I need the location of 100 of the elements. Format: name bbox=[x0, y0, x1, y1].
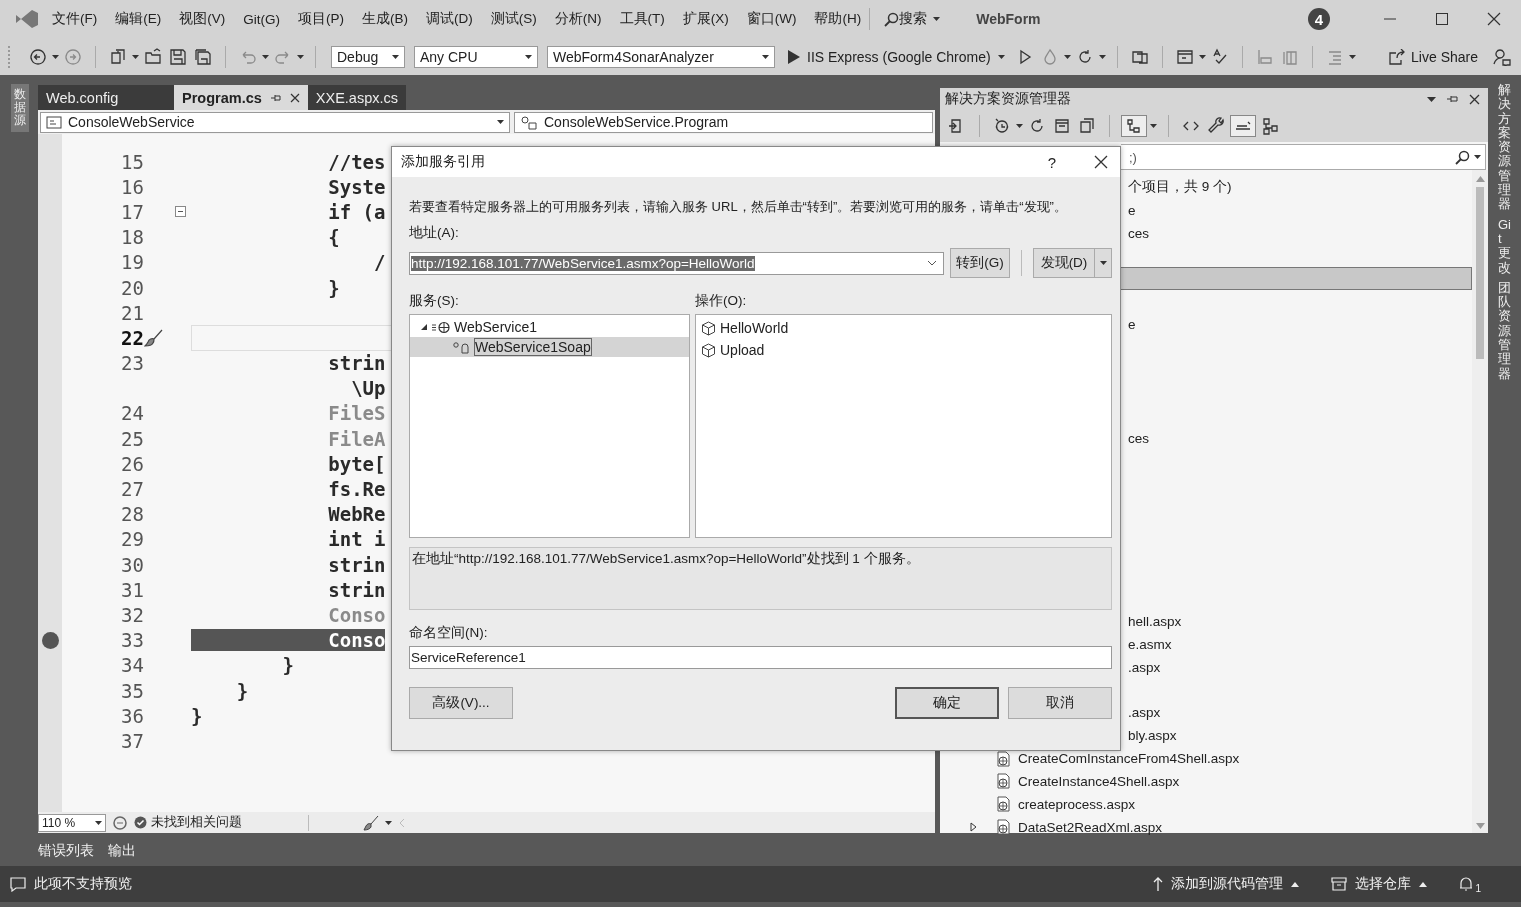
caret-icon bbox=[997, 54, 1005, 59]
scrollbar[interactable] bbox=[1472, 170, 1488, 833]
panel-tab[interactable]: 错误列表 bbox=[38, 841, 94, 860]
maximize-icon[interactable] bbox=[1435, 12, 1449, 26]
document-tab[interactable]: Web.config bbox=[38, 85, 174, 110]
selected-tree-row[interactable] bbox=[1121, 267, 1472, 291]
tree-item[interactable]: CreateComInstanceFrom4Shell.aspx bbox=[1018, 752, 1240, 765]
copy-icon[interactable] bbox=[1078, 117, 1096, 135]
tree-item[interactable]: ces bbox=[1128, 431, 1149, 447]
expand-arrow-icon[interactable] bbox=[420, 323, 428, 331]
wrench-icon[interactable] bbox=[1207, 117, 1225, 135]
tree-item[interactable]: e bbox=[1128, 202, 1136, 218]
class-dropdown[interactable]: ConsoleWebService.Program bbox=[514, 111, 933, 133]
folder-icon[interactable] bbox=[144, 47, 162, 66]
document-tab[interactable]: Program.cs bbox=[174, 85, 308, 110]
live-share-button[interactable]: Live Share bbox=[1388, 48, 1478, 65]
tree-item[interactable]: WebService1 bbox=[454, 319, 537, 335]
run-button[interactable]: IIS Express (Google Chrome) bbox=[788, 48, 1005, 65]
help-button[interactable]: ? bbox=[1047, 153, 1056, 171]
document-tab[interactable]: XXE.aspx.cs bbox=[307, 85, 406, 110]
menu-item[interactable]: 帮助(H) bbox=[814, 10, 862, 28]
field-label: 服务(S): bbox=[409, 292, 460, 310]
diagram-icon[interactable] bbox=[1261, 117, 1279, 135]
tree-item[interactable]: CreateInstance4Shell.aspx bbox=[1018, 774, 1180, 788]
notification-badge[interactable]: 4 bbox=[1308, 8, 1330, 30]
new-item-icon[interactable] bbox=[109, 47, 127, 66]
close-icon[interactable] bbox=[1469, 93, 1480, 105]
person-feedback-icon[interactable] bbox=[1493, 47, 1511, 66]
search-button[interactable]: 搜索 bbox=[884, 10, 941, 28]
tree-item[interactable]: 个项目，共 9 个) bbox=[1128, 178, 1232, 197]
tree-item[interactable]: e bbox=[1128, 317, 1136, 332]
menu-item[interactable]: 分析(N) bbox=[554, 10, 602, 28]
scrollbar-thumb[interactable] bbox=[1476, 187, 1484, 359]
menu-item[interactable]: 生成(B) bbox=[362, 10, 408, 28]
issues-status[interactable]: 未找到相关问题 bbox=[151, 814, 242, 831]
operation-item[interactable]: Upload bbox=[720, 342, 765, 358]
caret-icon bbox=[1474, 155, 1481, 159]
zoom-dropdown[interactable]: 110 % bbox=[38, 813, 106, 832]
menu-item[interactable]: 文件(F) bbox=[52, 10, 98, 28]
go-button[interactable]: 转到(G) bbox=[950, 248, 1010, 278]
discover-button[interactable]: 发现(D) bbox=[1033, 248, 1112, 278]
tree-item[interactable]: .aspx bbox=[1128, 705, 1161, 721]
side-tab[interactable]: 团队资源管理器 bbox=[1498, 280, 1511, 381]
back-icon[interactable] bbox=[29, 47, 47, 66]
side-tab[interactable]: 解决方案资源管理器 bbox=[1498, 83, 1511, 212]
pin-icon[interactable] bbox=[1446, 93, 1459, 105]
spellcheck-icon[interactable] bbox=[1210, 47, 1229, 66]
menu-item[interactable]: 视图(V) bbox=[179, 10, 226, 28]
operation-item[interactable]: HelloWorld bbox=[720, 320, 789, 336]
project-dropdown[interactable]: ConsoleWebService bbox=[40, 111, 510, 133]
history-icon[interactable] bbox=[993, 117, 1011, 135]
source-control-button[interactable]: 添加到源代码管理 bbox=[1153, 875, 1300, 893]
menu-item[interactable]: 调试(D) bbox=[426, 10, 473, 28]
menu-item[interactable]: 窗口(W) bbox=[746, 10, 797, 28]
code-text: FileS bbox=[327, 402, 386, 425]
code-text: } bbox=[327, 276, 340, 299]
menu-item[interactable]: Git(G) bbox=[243, 11, 280, 27]
repository-button[interactable]: 选择仓库 bbox=[1331, 875, 1428, 893]
address-field[interactable]: http://192.168.101.77/WebService1.asmx?op=HelloWorld bbox=[409, 251, 944, 275]
menu-item[interactable]: 测试(S) bbox=[490, 10, 537, 28]
window-icon[interactable] bbox=[1175, 47, 1194, 66]
menu-item[interactable]: 工具(T) bbox=[619, 10, 665, 28]
tree-item[interactable]: bly.aspx bbox=[1128, 728, 1177, 744]
tree-item[interactable]: .aspx bbox=[1128, 659, 1161, 675]
save-icon[interactable] bbox=[169, 47, 187, 66]
configuration-dropdown[interactable]: Debug bbox=[331, 45, 405, 68]
tree-item[interactable]: ces bbox=[1128, 225, 1149, 241]
line-number: 20 bbox=[121, 276, 144, 299]
namespace-field[interactable]: ServiceReference1 bbox=[409, 646, 1112, 669]
side-tab[interactable]: Git 更改 bbox=[1498, 217, 1511, 275]
advanced-button[interactable]: 高级(V)... bbox=[409, 687, 513, 719]
ok-button[interactable]: 确定 bbox=[895, 687, 999, 719]
breakpoint-dot[interactable] bbox=[41, 631, 59, 649]
menu-item[interactable]: 项目(P) bbox=[298, 10, 344, 28]
tree-item[interactable]: createprocess.aspx bbox=[1018, 797, 1136, 811]
search-field[interactable]: ;) bbox=[1121, 144, 1486, 170]
line-number: 35 bbox=[121, 679, 144, 702]
brush-icon[interactable] bbox=[144, 327, 164, 348]
notifications-button[interactable]: 1 bbox=[1459, 874, 1481, 894]
menu-item[interactable]: 编辑(E) bbox=[115, 10, 162, 28]
panel-tab[interactable]: 输出 bbox=[108, 841, 136, 860]
tree-view-icon[interactable] bbox=[1125, 117, 1143, 135]
health-icon[interactable] bbox=[112, 814, 128, 831]
caret-icon[interactable] bbox=[1427, 96, 1436, 102]
tree-item[interactable]: DataSet2ReadXml.aspx bbox=[1018, 820, 1163, 834]
platform-dropdown[interactable]: Any CPU bbox=[414, 45, 538, 68]
brush-icon[interactable] bbox=[363, 814, 379, 831]
close-icon[interactable] bbox=[1487, 12, 1501, 26]
collapse-icon[interactable] bbox=[175, 206, 186, 218]
startup-project-dropdown[interactable]: WebForm4SonarAnalyzer bbox=[547, 45, 775, 68]
save-all-icon[interactable] bbox=[194, 47, 212, 66]
tree-item[interactable]: e.asmx bbox=[1128, 636, 1172, 652]
menu-item[interactable]: 扩展(X) bbox=[682, 10, 729, 28]
expand-arrow-icon[interactable] bbox=[970, 822, 977, 833]
tree-item[interactable]: hell.aspx bbox=[1128, 613, 1182, 629]
close-icon[interactable] bbox=[1094, 155, 1108, 169]
close-icon[interactable] bbox=[289, 92, 300, 103]
cancel-button[interactable]: 取消 bbox=[1008, 687, 1112, 719]
collapse-all-icon[interactable] bbox=[1053, 117, 1071, 135]
refresh-icon[interactable] bbox=[1028, 117, 1046, 135]
